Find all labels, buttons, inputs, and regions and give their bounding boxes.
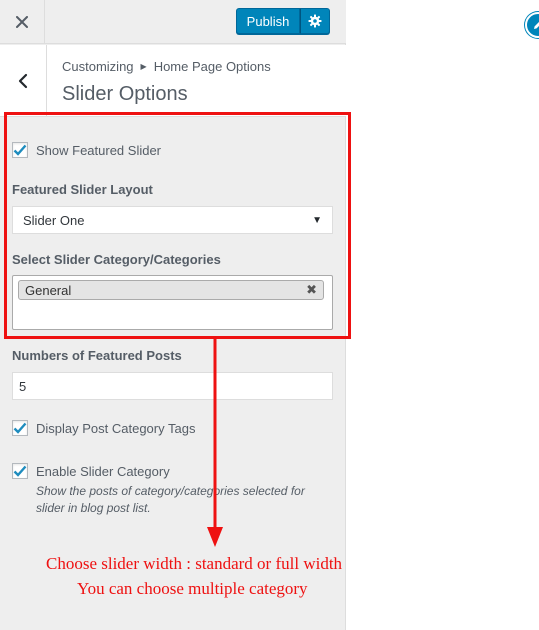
- gear-icon: [308, 14, 322, 28]
- remove-tag-icon[interactable]: ✖: [306, 282, 317, 298]
- checkmark-icon: [13, 144, 27, 156]
- display-post-category-tags-label: Display Post Category Tags: [36, 421, 196, 436]
- breadcrumb-parent: Home Page Options: [153, 59, 271, 74]
- slider-layout-select[interactable]: Slider One ▼: [12, 206, 333, 234]
- annotation-arrow-icon: [207, 339, 223, 547]
- checkmark-icon: [13, 465, 27, 477]
- dropdown-arrow-icon: ▼: [312, 214, 322, 226]
- category-tag-label: General: [25, 282, 72, 298]
- show-featured-slider-label: Show Featured Slider: [36, 143, 162, 158]
- section-title: Slider Options: [62, 83, 188, 105]
- display-post-category-tags-checkbox[interactable]: [12, 420, 28, 436]
- enable-slider-category-description: Show the posts of category/categories se…: [36, 484, 305, 515]
- triangle-right-icon: ▶: [140, 62, 147, 71]
- slider-layout-selected: Slider One: [23, 212, 85, 228]
- enable-slider-category-label: Enable Slider Category: [36, 464, 170, 479]
- annotation-line-2: You can choose multiple category: [77, 579, 308, 598]
- section-header: Customizing ▶ Home Page Options Slider O…: [0, 45, 346, 117]
- featured-posts-count-input[interactable]: 5: [12, 372, 333, 400]
- pencil-icon: [534, 22, 539, 29]
- edit-shortcut-button[interactable]: [525, 12, 539, 38]
- slider-category-multiselect[interactable]: General ✖: [12, 275, 333, 330]
- publish-group: Publish: [236, 8, 330, 34]
- close-icon: [16, 16, 28, 28]
- breadcrumb-root: Customizing: [62, 59, 134, 74]
- chevron-left-icon: [18, 73, 28, 89]
- breadcrumb: Customizing ▶ Home Page Options: [62, 59, 271, 74]
- checkmark-icon: [13, 422, 27, 434]
- customizer-header-bar: Publish: [0, 0, 346, 44]
- annotation-line-1: Choose slider width : standard or full w…: [46, 554, 343, 573]
- publish-button[interactable]: Publish: [236, 8, 300, 34]
- publish-settings-button[interactable]: [300, 8, 330, 34]
- featured-posts-count-title: Numbers of Featured Posts: [12, 348, 182, 363]
- back-button[interactable]: [0, 45, 47, 117]
- slider-category-title: Select Slider Category/Categories: [12, 252, 221, 267]
- close-button[interactable]: [0, 0, 45, 44]
- category-tag-general: General ✖: [18, 280, 324, 300]
- slider-layout-title: Featured Slider Layout: [12, 182, 153, 197]
- show-featured-slider-checkbox[interactable]: [12, 142, 28, 158]
- enable-slider-category-checkbox[interactable]: [12, 463, 28, 479]
